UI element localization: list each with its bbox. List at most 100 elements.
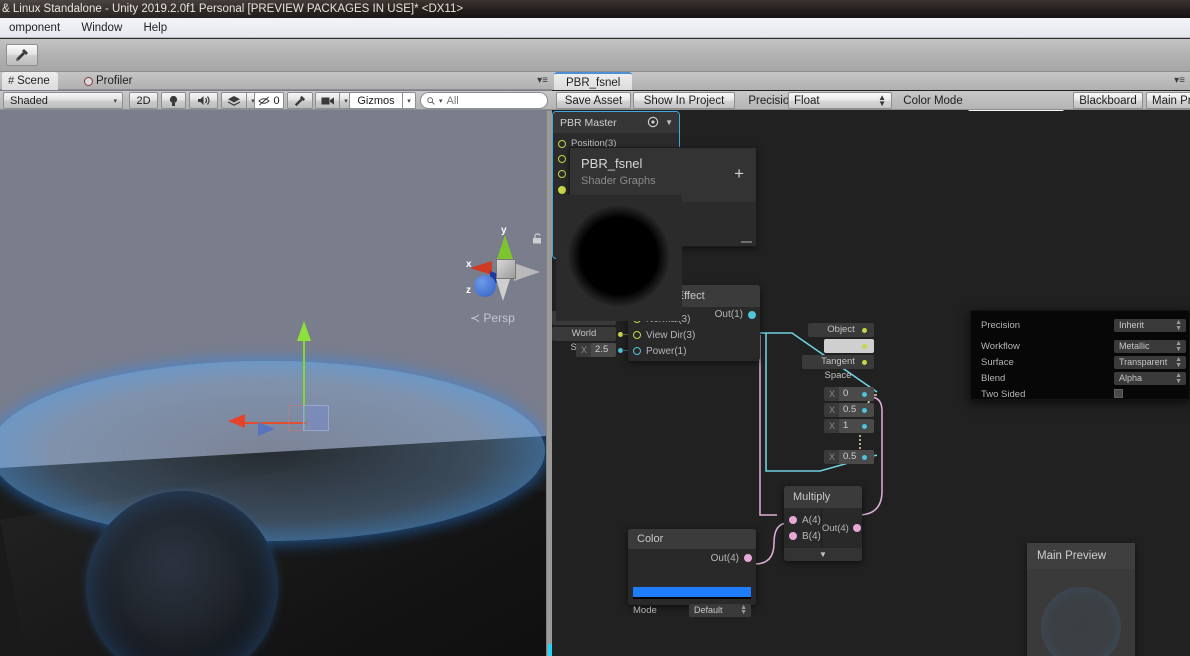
port-dot-icon[interactable] [558, 185, 566, 194]
precision-dropdown[interactable]: Float ▲ ▼ [788, 92, 892, 109]
pbr-metallic-ext-dot [862, 391, 867, 397]
setting-blend-label: Blend [981, 373, 1006, 384]
lighting-toggle[interactable] [161, 92, 186, 109]
fx-toggle[interactable] [221, 92, 247, 109]
port-dot-icon[interactable] [789, 532, 797, 540]
port-multiply-a[interactable]: A(4) [784, 512, 821, 528]
port-dot-icon[interactable] [744, 554, 752, 562]
gizmo-axis-x-head[interactable] [228, 414, 245, 428]
port-fresnel-power[interactable]: Power(1) [628, 343, 760, 359]
draw-mode-label: Shaded [10, 94, 48, 107]
port-dot-icon[interactable] [852, 524, 861, 532]
gizmo-x-cone[interactable] [470, 261, 492, 275]
save-asset-button[interactable]: Save Asset [556, 92, 631, 109]
scene-orientation-gizmo[interactable]: x y z [460, 223, 546, 323]
port-dot-icon[interactable] [558, 155, 566, 164]
tab-profiler[interactable]: Profiler [78, 72, 140, 90]
gizmo-z-ball[interactable] [474, 275, 496, 297]
setting-blend-dropdown[interactable]: Alpha ▲ ▼ [1114, 372, 1186, 385]
audio-toggle[interactable] [189, 92, 218, 109]
gizmo-plane-handle-xy[interactable] [303, 405, 329, 431]
tab-pbr-fsnel-label: PBR_fsnel [566, 77, 621, 89]
node-fresnel-preview[interactable] [556, 195, 682, 321]
node-color[interactable]: Color Out(4) Mode Default ▲ ▼ [628, 529, 756, 617]
port-multiply-b[interactable]: B(4) [784, 528, 821, 544]
gear-icon[interactable] [647, 116, 659, 128]
node-multiply-expand[interactable]: ▼ [784, 548, 862, 561]
setting-two-sided-checkbox[interactable] [1114, 389, 1123, 398]
scene-panel: # Scene Profiler ▾≡ Shaded ▾ 2D ▾ 0 ▾ Gi… [0, 72, 552, 656]
pbr-master-settings-popout[interactable]: Precision Inherit ▲ ▼ Workflow Metallic ▲… [970, 310, 1190, 400]
hidden-objects-toggle[interactable]: 0 [254, 92, 284, 109]
main-preview-panel[interactable]: Main Preview [1027, 543, 1135, 656]
panel-menu-icon[interactable]: ▾≡ [537, 75, 548, 86]
fresnel-viewdir-space-dropdown[interactable]: World Space [552, 327, 616, 353]
tab-scene[interactable]: # Scene [2, 72, 58, 90]
port-dot-icon[interactable] [633, 347, 641, 355]
plus-icon[interactable]: + [734, 165, 744, 182]
gizmos-label: Gizmos [357, 94, 395, 107]
color-mode-dropdown[interactable]: Default ▲ ▼ [689, 603, 751, 617]
panel-menu-icon[interactable]: ▾≡ [1174, 75, 1185, 86]
gizmos-dropdown[interactable]: ▾ [403, 92, 416, 109]
fx-layers-icon [227, 95, 241, 106]
gizmo-x-label: x [466, 259, 472, 270]
port-dot-icon[interactable] [558, 139, 566, 148]
show-in-project-button[interactable]: Show In Project [633, 92, 735, 109]
scene-viewport[interactable]: x y z ≺ Persp [0, 111, 546, 656]
stopwatch-icon [84, 76, 93, 86]
port-fresnel-out[interactable]: Out(1) [715, 309, 756, 320]
scene-tools-button[interactable] [287, 92, 313, 109]
fresnel-ring-mesh [0, 361, 545, 541]
scene-search-input[interactable]: ▾ All [420, 92, 548, 109]
two-d-toggle[interactable]: 2D [129, 92, 158, 109]
stepper-icon: ▲▼ [740, 603, 747, 617]
gizmo-axis-z-head[interactable] [258, 422, 275, 436]
setting-precision-label: Precision [981, 320, 1021, 331]
port-color-out[interactable]: Out(4) [628, 549, 756, 567]
main-preview-toggle[interactable]: Main Pre [1146, 92, 1190, 109]
setting-precision-dropdown[interactable]: Inherit ▲ ▼ [1114, 319, 1186, 332]
setting-surface-dropdown[interactable]: Transparent ▲ ▼ [1114, 356, 1186, 369]
projection-mode-label[interactable]: ≺ Persp [470, 311, 515, 325]
tools-icon[interactable] [6, 44, 38, 66]
port-fresnel-viewdir[interactable]: View Dir(3) [628, 327, 760, 343]
unlock-icon[interactable] [532, 233, 542, 244]
gizmos-toggle[interactable]: Gizmos [349, 92, 403, 109]
chevron-down-icon[interactable]: ▼ [665, 118, 673, 127]
window-titlebar: & Linux Standalone - Unity 2019.2.0f1 Pe… [0, 0, 1190, 18]
pbr-albedo-ext-dot [862, 343, 867, 349]
gizmo-grey-cone [514, 263, 540, 281]
tab-pbr-fsnel[interactable]: PBR_fsnel [554, 72, 633, 90]
shader-graph-panel: PBR_fsnel ▾≡ Save Asset Show In Project … [552, 72, 1190, 656]
port-dot-icon[interactable] [748, 310, 756, 319]
setting-workflow-dropdown[interactable]: Metallic ▲ ▼ [1114, 340, 1186, 353]
graph-canvas[interactable]: PBR_fsnel Shader Graphs + World Space Wo… [552, 111, 1190, 656]
setting-workflow-label: Workflow [981, 341, 1020, 352]
fresnel-power-field[interactable]: X 2.5 [576, 343, 616, 357]
menu-item-window[interactable]: Window [72, 18, 131, 38]
scene-search-placeholder: All [446, 94, 459, 107]
menu-item-help[interactable]: Help [134, 18, 176, 38]
shader-graph-tab-bar: PBR_fsnel ▾≡ [552, 72, 1190, 90]
node-multiply[interactable]: Multiply A(4) B(4) Out(4) ▼ [784, 486, 862, 561]
gizmo-center-cube[interactable] [496, 259, 516, 279]
main-preview-viewport[interactable] [1027, 569, 1135, 656]
pbr-occlusion-ext-dot [862, 423, 867, 429]
gizmo-axis-y-head[interactable] [297, 321, 311, 341]
port-dot-icon[interactable] [633, 331, 641, 339]
blackboard-toggle[interactable]: Blackboard [1073, 92, 1143, 109]
port-dot-icon[interactable] [558, 170, 566, 179]
resize-grip-icon[interactable] [741, 241, 752, 243]
gizmo-y-cone[interactable] [497, 235, 513, 259]
camera-toggle[interactable] [315, 92, 340, 109]
draw-mode-dropdown[interactable]: Shaded ▾ [3, 92, 123, 109]
gizmo-y-label: y [501, 225, 507, 236]
blackboard-title: PBR_fsnel [581, 156, 643, 171]
port-multiply-out[interactable]: Out(4) [822, 508, 865, 548]
unity-main-toolbar: Pivot Local [0, 39, 1190, 107]
pbr-alphaclip-ext-dot [862, 454, 867, 460]
port-dot-icon[interactable] [789, 516, 797, 524]
menu-item-component[interactable]: omponent [0, 18, 69, 38]
color-swatch[interactable] [633, 587, 751, 599]
